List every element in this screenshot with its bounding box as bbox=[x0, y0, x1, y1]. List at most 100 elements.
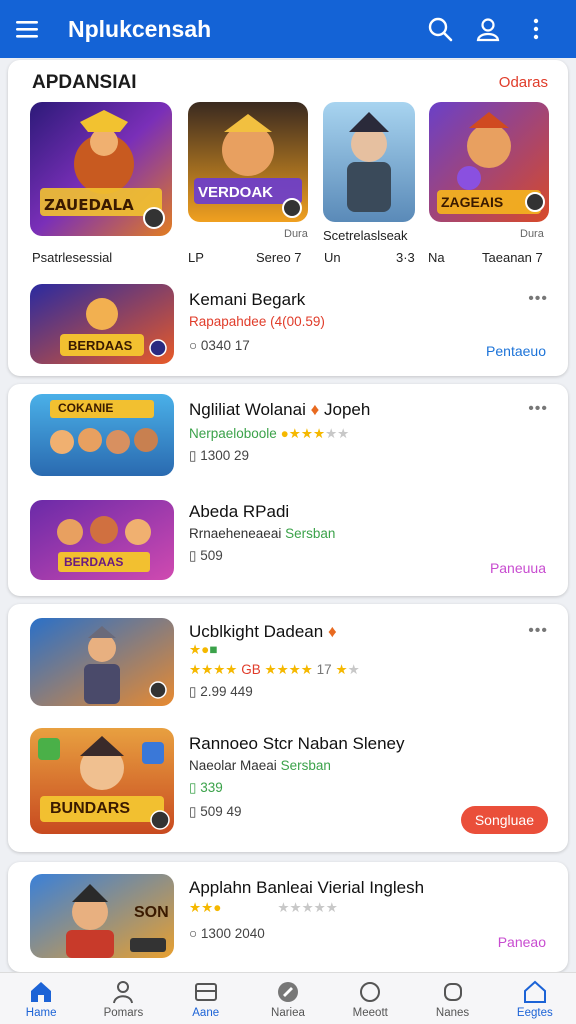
search-icon[interactable] bbox=[416, 9, 464, 49]
nav-names[interactable]: Nanes bbox=[411, 973, 493, 1024]
item-thumb[interactable]: SON bbox=[30, 874, 174, 958]
install-button[interactable]: Songluae bbox=[460, 806, 548, 834]
nav-label: Nariea bbox=[271, 1006, 305, 1019]
circle-icon bbox=[360, 981, 381, 1002]
nav-label: Aane bbox=[192, 1006, 220, 1019]
item-count: ▯ 339 bbox=[189, 780, 223, 796]
item-subtitle-text: Rrnaeheneaeai bbox=[189, 526, 282, 541]
item-subtitle-tag: Sersban bbox=[285, 526, 336, 541]
item-meta: ▯ 1300 29 bbox=[189, 448, 249, 464]
download-icon: ▯ bbox=[189, 684, 197, 699]
featured-thumb-4[interactable]: ZAGEAIS bbox=[429, 102, 549, 222]
item-title-text: Ucblkight Dadean bbox=[189, 622, 324, 641]
nav-label: Eegtes bbox=[516, 1006, 553, 1019]
nav-eegtes[interactable]: Eegtes bbox=[494, 973, 576, 1024]
item-meta: ▯ 509 bbox=[189, 548, 223, 564]
nav-people[interactable]: Pomars bbox=[82, 973, 164, 1024]
item-subtitle: Rapapahdee (4(00.59) bbox=[189, 314, 325, 329]
more-icon[interactable]: ••• bbox=[528, 400, 548, 418]
nav-label: Nanes bbox=[435, 1006, 470, 1019]
item-thumb[interactable]: BERDAAS bbox=[30, 500, 174, 580]
item-title-suffix: Jopeh bbox=[324, 400, 371, 419]
item-meta: ○ 0340 17 bbox=[189, 338, 250, 353]
item-title: Abeda RPadi bbox=[189, 502, 290, 521]
item-title: Rannoeo Stcr Naban Sleney bbox=[189, 734, 405, 753]
download-icon: ▯ bbox=[189, 780, 197, 795]
meta-label: Na bbox=[428, 250, 445, 265]
nav-label: Hame bbox=[25, 1006, 57, 1019]
window-icon bbox=[194, 982, 217, 1001]
thumb-banner: ZAGEAIS bbox=[441, 194, 504, 210]
download-icon: ▯ bbox=[189, 448, 197, 463]
thumb-caption: Dura bbox=[520, 228, 544, 240]
list-card: SON Applahn Banleai Vierial Inglesh ★★● ★… bbox=[8, 862, 568, 972]
section-title: APDANSIAI bbox=[32, 72, 137, 93]
item-subtitle: Naeolar Maeai Sersban bbox=[189, 758, 331, 773]
thumb-banner: BERDAAS bbox=[68, 338, 133, 353]
item-action-link[interactable]: Paneuua bbox=[490, 560, 546, 576]
ring-icon bbox=[443, 982, 462, 1001]
item-subtitle: Nerpaeloboole ●★★★★★ bbox=[189, 426, 349, 442]
nav-label: Meeott bbox=[352, 1006, 388, 1019]
item-count-text: 339 bbox=[200, 780, 223, 795]
nav-home[interactable]: Hame bbox=[0, 973, 82, 1024]
download-icon: ▯ bbox=[189, 804, 197, 819]
featured-thumb-2[interactable]: VERDOAK bbox=[188, 102, 308, 222]
item-subtitle: Rrnaeheneaeai Sersban bbox=[189, 526, 335, 541]
nav-apps[interactable]: Aane bbox=[165, 973, 247, 1024]
item-subtitle-text: Nerpaeloboole bbox=[189, 426, 277, 441]
thumb-banner: BUNDARS bbox=[50, 800, 130, 817]
section-link[interactable]: Odaras bbox=[499, 74, 548, 91]
app-title: Nplukcensah bbox=[68, 15, 212, 42]
item-title-text: Ngliliat Wolanai bbox=[189, 400, 306, 419]
item-subtitle: ★★★★ GB ★★★★ 17 ★★ bbox=[189, 662, 360, 677]
item-meta-text: 1300 2040 bbox=[200, 926, 265, 941]
person-icon bbox=[113, 980, 134, 1003]
thumb-banner: COKANIE bbox=[58, 401, 114, 415]
item-meta-text: 1300 29 bbox=[200, 448, 250, 463]
app-bar: Nplukcensah bbox=[0, 0, 576, 58]
nav-label: Pomars bbox=[103, 1006, 144, 1019]
nav-more[interactable]: Meeott bbox=[329, 973, 411, 1024]
more-icon[interactable]: ••• bbox=[528, 622, 548, 640]
item-title: Applahn Banleai Vierial Inglesh bbox=[189, 878, 425, 897]
thumb-caption: Dura bbox=[284, 228, 308, 240]
fire-icon: ♦ bbox=[327, 622, 337, 641]
item-meta: ▯ 509 49 bbox=[189, 804, 242, 820]
item-thumb[interactable]: COKANIE bbox=[30, 394, 174, 476]
item-thumb[interactable]: BUNDARS bbox=[30, 728, 174, 834]
rating-stars: ●★★★★★ bbox=[280, 426, 350, 441]
item-meta: ○ 1300 2040 bbox=[189, 926, 265, 941]
meta-label: 3·3 bbox=[396, 250, 415, 265]
list-card: Ucblkight Dadean ♦ ••• ★●■ ★★★★ GB ★★★★ … bbox=[8, 604, 568, 852]
more-vert-icon[interactable] bbox=[512, 9, 560, 49]
account-icon[interactable] bbox=[464, 9, 512, 49]
thumb-caption: Psatrlesessial bbox=[32, 250, 113, 265]
meta-label: Taeanan 7 bbox=[482, 250, 543, 265]
item-rating-value: 17 bbox=[316, 662, 332, 677]
house-outline-icon bbox=[523, 980, 546, 1003]
featured-thumb-3[interactable] bbox=[323, 102, 415, 222]
nav-news[interactable]: Nariea bbox=[247, 973, 329, 1024]
item-title: Ngliliat Wolanai ♦ Jopeh bbox=[189, 400, 370, 420]
menu-icon[interactable] bbox=[16, 9, 56, 49]
item-thumb[interactable]: BERDAAS bbox=[30, 284, 174, 364]
item-meta-text: 0340 17 bbox=[200, 338, 250, 353]
meta-label: LP bbox=[188, 250, 204, 265]
featured-thumb-1[interactable]: ZAUEDALA bbox=[30, 102, 172, 236]
item-action-link[interactable]: Pentaeuo bbox=[486, 343, 546, 359]
item-meta-text: 509 49 bbox=[200, 804, 242, 819]
item-title: Ucblkight Dadean ♦ bbox=[189, 622, 337, 642]
list-card: COKANIE Ngliliat Wolanai ♦ Jopeh ••• Ner… bbox=[8, 384, 568, 596]
meta-label: Sereo 7 bbox=[256, 250, 302, 265]
item-subtitle-tag: Sersban bbox=[280, 758, 331, 773]
rating-stars: ★★● ★★★★★ bbox=[189, 900, 338, 915]
home-icon bbox=[31, 981, 52, 1002]
more-icon[interactable]: ••• bbox=[528, 290, 548, 308]
item-meta-text: 2.99 449 bbox=[200, 684, 253, 699]
download-icon: ○ bbox=[189, 926, 198, 941]
item-action-link[interactable]: Paneao bbox=[498, 934, 546, 950]
item-title: Kemani Begark bbox=[189, 290, 306, 309]
thumb-banner: ZAUEDALA bbox=[44, 196, 134, 214]
item-thumb[interactable] bbox=[30, 618, 174, 706]
